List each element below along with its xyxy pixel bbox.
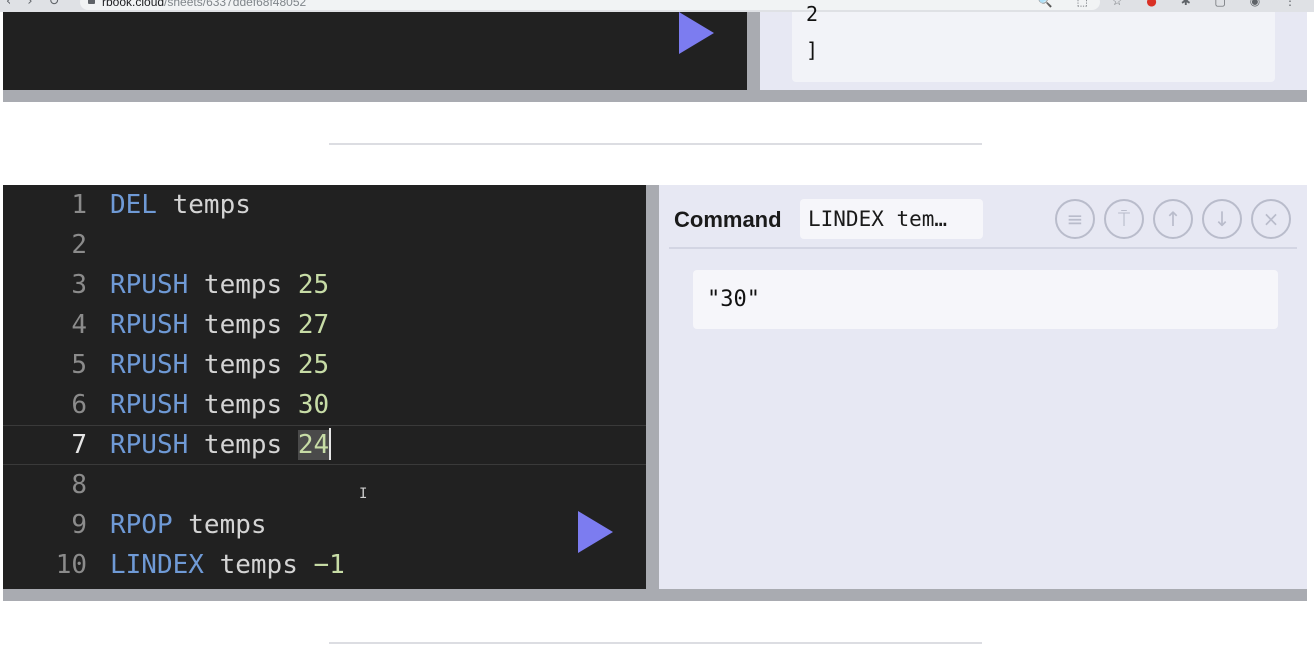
code-text: RPUSH temps 27: [110, 305, 329, 345]
browser-tool-icons[interactable]: 🔍 ⬚ ☆: [1038, 0, 1133, 8]
code-line[interactable]: 2: [3, 225, 646, 265]
result-box-1: 2 ]: [792, 2, 1275, 82]
code-text: DEL temps: [110, 185, 251, 225]
url-host: rbook.cloud: [102, 0, 165, 9]
code-keyword: LINDEX: [110, 550, 204, 580]
line-number: 7: [71, 430, 87, 460]
browser-toolbar: ‹ › ↻ rbook.cloud/sheets/6337ddef68f4805…: [0, 0, 1314, 12]
code-token: temps: [188, 350, 298, 380]
code-line[interactable]: 7 RPUSH temps 24: [3, 425, 646, 465]
notebook-cell-1: 2 ]: [3, 2, 1307, 102]
code-number: 25: [297, 270, 330, 300]
code-text: RPUSH temps 25: [110, 345, 329, 385]
code-keyword: RPUSH: [110, 350, 189, 380]
code-text: RPOP temps: [110, 505, 267, 545]
run-button-1[interactable]: [679, 12, 714, 54]
output-panel-1: 2 ]: [760, 2, 1307, 90]
code-editor-1[interactable]: [3, 12, 747, 90]
result-line: ]: [806, 38, 819, 62]
code-editor-2[interactable]: 10 LINDEX temps −1 9 RPOP temps 8 7 RPUSH temp…: [3, 185, 646, 589]
address-bar[interactable]: rbook.cloud/sheets/6337ddef68f48052: [80, 0, 1100, 10]
code-token: temps: [188, 390, 298, 420]
line-number: 2: [71, 230, 87, 260]
line-number: 1: [71, 190, 87, 220]
code-text: RPUSH temps 30: [110, 385, 329, 425]
arrow-down-button[interactable]: ↓: [1202, 199, 1242, 239]
code-number: 24: [297, 430, 330, 460]
code-line[interactable]: 5 RPUSH temps 25: [3, 345, 646, 385]
code-token: temps: [156, 190, 251, 220]
cell-divider: [329, 143, 982, 145]
cell-divider: [329, 642, 982, 644]
command-result: "30": [693, 270, 1278, 329]
code-line[interactable]: 6 RPUSH temps 30: [3, 385, 646, 425]
line-number: 4: [71, 310, 87, 340]
paint-roller-button[interactable]: ⍑: [1104, 199, 1144, 239]
line-number: 9: [71, 510, 87, 540]
code-token: temps: [188, 430, 298, 460]
browser-nav-buttons[interactable]: ‹ › ↻: [6, 0, 66, 9]
code-keyword: RPUSH: [110, 270, 189, 300]
code-line[interactable]: 8: [3, 465, 646, 505]
code-token: temps: [172, 510, 267, 540]
code-number: 30: [297, 390, 330, 420]
line-number: 3: [71, 270, 87, 300]
code-line[interactable]: 4 RPUSH temps 27: [3, 305, 646, 345]
command-dropdown[interactable]: LINDEX tem…: [800, 199, 983, 239]
code-text: LINDEX temps −1: [110, 545, 345, 585]
close-icon: ×: [1262, 207, 1280, 231]
arrow-down-icon: ↓: [1213, 207, 1231, 231]
code-keyword: RPUSH: [110, 430, 189, 460]
code-text: RPUSH temps 24: [110, 426, 332, 464]
url-path: /sheets/6337ddef68f48052: [164, 0, 307, 9]
line-number: 8: [71, 470, 87, 500]
code-token: temps: [203, 550, 314, 580]
code-token: temps: [188, 310, 298, 340]
code-number: −1: [313, 550, 345, 580]
code-number: 27: [297, 310, 330, 340]
list-icon: ≡: [1066, 207, 1084, 231]
close-button[interactable]: ×: [1251, 199, 1291, 239]
notebook-cell-2: 10 LINDEX temps −1 9 RPOP temps 8 7 RPUSH temp…: [3, 185, 1307, 601]
code-keyword: RPOP: [110, 510, 173, 540]
code-keyword: RPUSH: [110, 310, 189, 340]
browser-extension-icons[interactable]: 🔍 ⬚ ☆ ● ✱ ▢ ◉ ⋮: [1038, 0, 1306, 8]
text-caret: [329, 427, 332, 460]
code-line[interactable]: 1 DEL temps: [3, 185, 646, 225]
code-line[interactable]: 3 RPUSH temps 25: [3, 265, 646, 305]
line-number: 6: [71, 390, 87, 420]
code-keyword: RPUSH: [110, 390, 189, 420]
code-text: RPUSH temps 25: [110, 265, 329, 305]
extension-red-icon[interactable]: ●: [1146, 0, 1166, 8]
code-keyword: DEL: [110, 190, 157, 220]
line-number: 10: [55, 550, 87, 580]
code-number: 25: [297, 350, 330, 380]
lock-icon: [88, 0, 95, 4]
arrow-up-button[interactable]: ↑: [1153, 199, 1193, 239]
result-line: 2: [806, 2, 819, 26]
text-cursor-icon: I: [359, 486, 368, 502]
line-number: 5: [71, 350, 87, 380]
toolbar-divider: [669, 247, 1297, 249]
list-button[interactable]: ≡: [1055, 199, 1095, 239]
paint-roller-icon: ⍑: [1118, 207, 1130, 231]
command-label: Command: [674, 207, 782, 232]
code-line[interactable]: 10 LINDEX temps −1: [3, 545, 646, 585]
code-token: temps: [188, 270, 298, 300]
browser-menu-icons[interactable]: ✱ ▢ ◉ ⋮: [1181, 0, 1306, 8]
arrow-up-icon: ↑: [1164, 207, 1182, 231]
run-button-2[interactable]: [578, 511, 613, 553]
output-panel-2: Command LINDEX tem… ≡ ⍑ ↑ ↓ × "30": [659, 185, 1307, 589]
code-line[interactable]: 9 RPOP temps: [3, 505, 646, 545]
